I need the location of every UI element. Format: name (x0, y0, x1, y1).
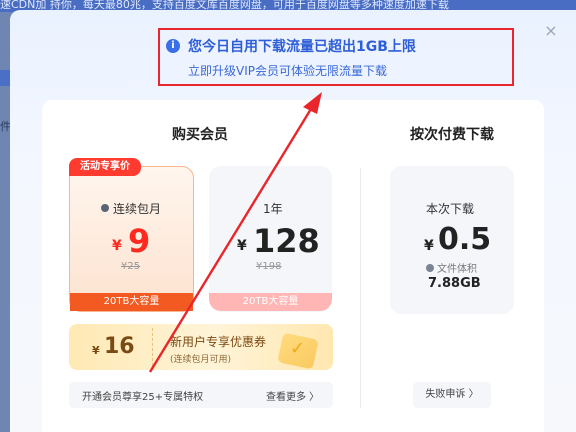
currency-symbol: ¥ (237, 238, 247, 254)
section-divider (360, 168, 361, 408)
capacity-label-yearly: 20TB大容量 (209, 293, 332, 311)
close-icon[interactable]: × (542, 22, 560, 40)
plan-name-monthly: 连续包月 (113, 202, 162, 216)
coupon-currency: ¥ (92, 344, 100, 357)
file-size-label: 文件体积 (437, 264, 477, 275)
check-icon: ✓ (290, 338, 306, 359)
info-icon (426, 264, 434, 272)
coupon-amount: 16 (104, 334, 135, 359)
original-price-monthly: ¥25 (121, 261, 141, 272)
pay-label: 本次下载 (426, 202, 475, 216)
view-more-link[interactable]: 查看更多 〉 (266, 388, 319, 403)
pay-section-title: 按次付费下载 (410, 127, 494, 143)
plan-price-monthly: 9 (128, 222, 151, 260)
currency-symbol: ¥ (112, 238, 122, 254)
plan-price-yearly: 128 (253, 222, 320, 260)
coupon-divider (152, 328, 153, 366)
file-size-value: 7.88GB (428, 276, 481, 291)
radio-dot-icon (101, 204, 109, 212)
info-icon: i (166, 39, 180, 53)
vip-section-title: 购买会员 (172, 127, 228, 143)
original-price-yearly: ¥198 (256, 261, 282, 272)
notice-title: 您今日自用下载流量已超出1GB上限 (188, 39, 416, 55)
appeal-button[interactable]: 失败申诉 〉 (413, 382, 491, 408)
benefits-text: 开通会员尊享25+专属特权 (82, 392, 204, 403)
coupon-note: (连续包月可用) (170, 355, 232, 365)
currency-symbol: ¥ (424, 238, 434, 254)
notice-subtitle: 立即升级VIP会员可体验无限流量下载 (188, 64, 387, 78)
pay-price: 0.5 (438, 222, 492, 257)
promo-badge: 活动专享价 (69, 158, 141, 176)
coupon-title: 新用户专享优惠券 (170, 335, 267, 349)
plan-name-yearly: 1年 (263, 202, 283, 216)
capacity-label-monthly: 20TB大容量 (70, 293, 193, 311)
